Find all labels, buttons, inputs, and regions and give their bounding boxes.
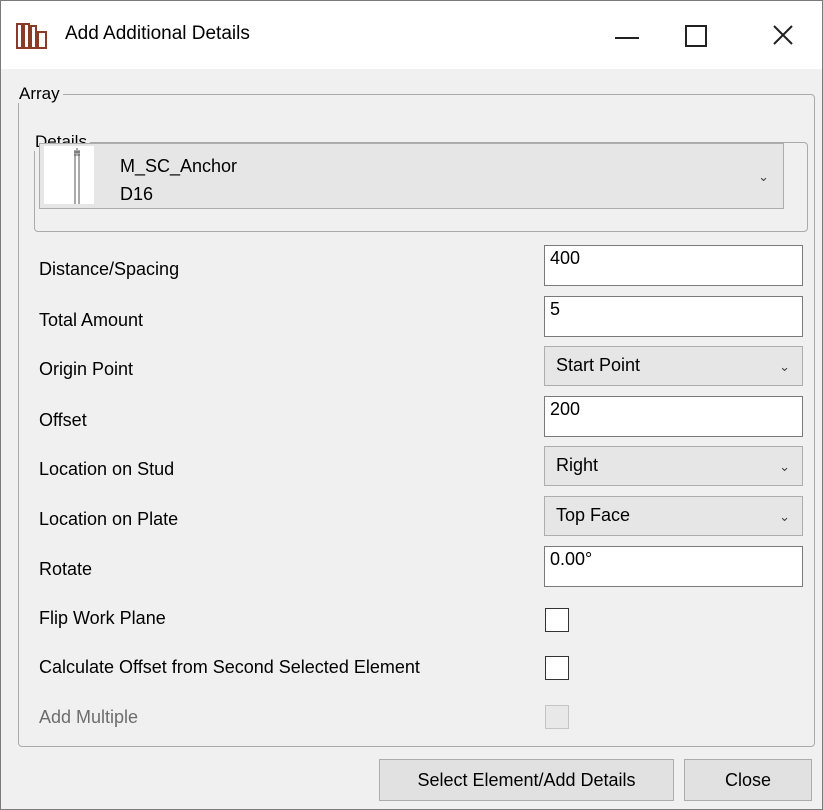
add-additional-details-dialog: Add Additional Details Array Details M_S… [0, 0, 823, 810]
close-button[interactable]: Close [684, 759, 812, 801]
calculate-offset-label: Calculate Offset from Second Selected El… [39, 657, 420, 677]
title-bar[interactable]: Add Additional Details [1, 1, 822, 69]
rotate-input[interactable]: 0.00° [544, 546, 803, 587]
array-legend: Array [19, 84, 60, 103]
close-icon[interactable] [753, 1, 813, 69]
details-dropdown[interactable]: M_SC_Anchor D16 ⌄ [39, 143, 784, 209]
add-multiple-label: Add Multiple [39, 707, 139, 727]
location-on-stud-dropdown[interactable]: Right ⌄ [544, 446, 803, 486]
location-on-stud-label: Location on Stud [39, 459, 175, 479]
chevron-down-icon: ⌄ [779, 459, 790, 474]
add-multiple-checkbox [545, 705, 569, 729]
total-amount-input[interactable]: 5 [544, 296, 803, 337]
calculate-offset-checkbox[interactable] [545, 656, 569, 680]
chevron-down-icon: ⌄ [779, 509, 790, 524]
bookshelf-icon [15, 21, 49, 51]
flip-work-plane-label: Flip Work Plane [39, 608, 166, 628]
distance-spacing-input[interactable]: 400 [544, 245, 803, 286]
detail-type-name: D16 [120, 184, 154, 204]
offset-label: Offset [39, 410, 87, 430]
minimize-icon[interactable] [597, 1, 657, 69]
chevron-down-icon: ⌄ [758, 169, 769, 184]
chevron-down-icon: ⌄ [779, 359, 790, 374]
offset-input[interactable]: 200 [544, 396, 803, 437]
total-amount-label: Total Amount [39, 310, 144, 330]
origin-point-label: Origin Point [39, 359, 134, 379]
distance-spacing-label: Distance/Spacing [39, 259, 180, 279]
anchor-thumbnail-icon [44, 146, 94, 204]
rotate-label: Rotate [39, 559, 93, 579]
select-element-add-details-button[interactable]: Select Element/Add Details [379, 759, 674, 801]
location-on-plate-dropdown[interactable]: Top Face ⌄ [544, 496, 803, 536]
window-title: Add Additional Details [65, 23, 250, 44]
flip-work-plane-checkbox[interactable] [545, 608, 569, 632]
origin-point-value: Start Point [556, 355, 641, 375]
location-on-stud-value: Right [556, 455, 599, 475]
maximize-icon[interactable] [667, 1, 727, 69]
location-on-plate-value: Top Face [556, 505, 631, 525]
location-on-plate-label: Location on Plate [39, 509, 179, 529]
detail-family-name: M_SC_Anchor [120, 156, 238, 176]
origin-point-dropdown[interactable]: Start Point ⌄ [544, 346, 803, 386]
